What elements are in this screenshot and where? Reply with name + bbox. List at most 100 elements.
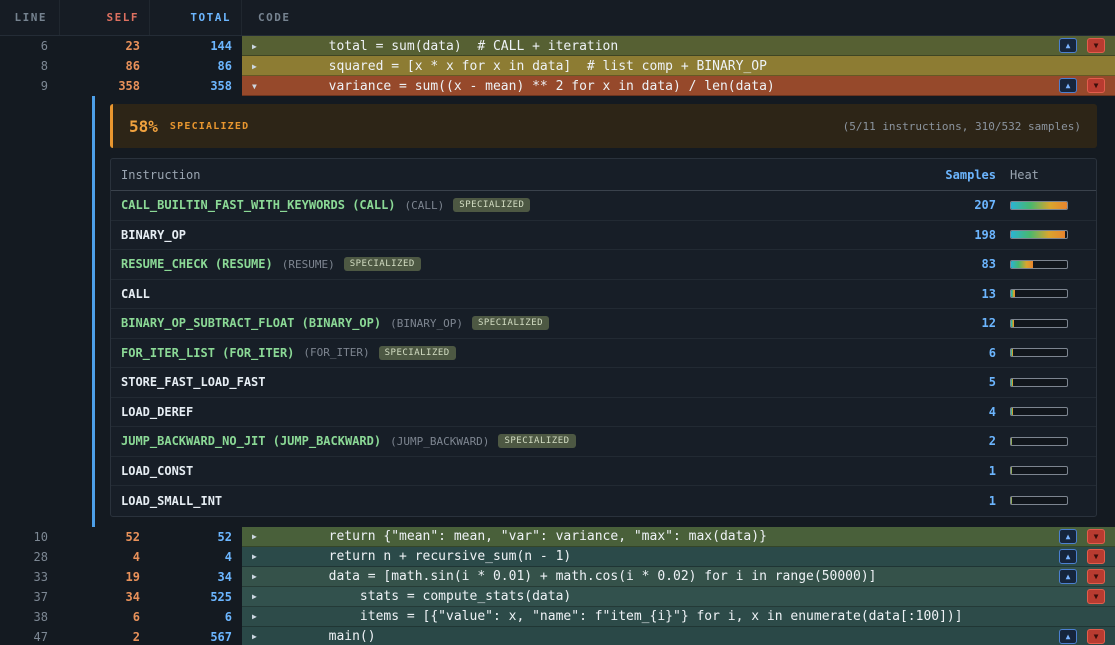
total-sample-count: 86 bbox=[150, 56, 242, 76]
opcode-name: RESUME_CHECK (RESUME) bbox=[121, 257, 273, 271]
instruction-name: STORE_FAST_LOAD_FAST bbox=[111, 375, 916, 389]
jump-to-caller-button[interactable]: ▲ bbox=[1059, 38, 1077, 53]
instruction-name: LOAD_DEREF bbox=[111, 405, 916, 419]
instruction-row: JUMP_BACKWARD_NO_JIT (JUMP_BACKWARD)(JUM… bbox=[111, 427, 1096, 457]
heat-cell bbox=[996, 466, 1096, 475]
heat-bar bbox=[1010, 201, 1068, 210]
line-number: 10 bbox=[0, 527, 60, 547]
code-line-row[interactable]: 2844▶ return n + recursive_sum(n - 1)▲▼ bbox=[0, 547, 1115, 567]
line-number: 6 bbox=[0, 36, 60, 56]
expand-arrow-icon[interactable]: ▶ bbox=[252, 592, 266, 601]
heat-cell bbox=[996, 348, 1096, 357]
heat-bar bbox=[1010, 319, 1068, 328]
row-nav-buttons: ▲▼ bbox=[1059, 549, 1105, 564]
heat-cell bbox=[996, 201, 1096, 210]
code-line-row[interactable]: 3734525▶ stats = compute_stats(data)▼ bbox=[0, 587, 1115, 607]
expand-arrow-icon[interactable]: ▶ bbox=[252, 612, 266, 621]
self-sample-count: 19 bbox=[60, 567, 150, 587]
jump-to-caller-button[interactable]: ▲ bbox=[1059, 629, 1077, 644]
code-text: total = sum(data) # CALL + iteration bbox=[266, 39, 618, 54]
expand-arrow-icon[interactable]: ▶ bbox=[252, 42, 266, 51]
heat-cell bbox=[996, 289, 1096, 298]
samples-value: 6 bbox=[916, 346, 996, 360]
code-cell: ▶ main() ▲ ▼ bbox=[242, 627, 1115, 645]
line-number: 37 bbox=[0, 587, 60, 607]
instruction-rows: CALL_BUILTIN_FAST_WITH_KEYWORDS (CALL)(C… bbox=[111, 191, 1096, 516]
code-text: data = [math.sin(i * 0.01) + math.cos(i … bbox=[266, 569, 876, 584]
code-line-row[interactable]: 331934▶ data = [math.sin(i * 0.01) + mat… bbox=[0, 567, 1115, 587]
self-sample-count: 2 bbox=[60, 627, 150, 645]
expand-arrow-icon[interactable]: ▶ bbox=[252, 62, 266, 71]
code-cell: ▶ return n + recursive_sum(n - 1)▲▼ bbox=[242, 547, 1115, 567]
samples-value: 1 bbox=[916, 494, 996, 508]
row-nav-buttons: ▲▼ bbox=[1059, 529, 1105, 544]
expanded-detail-panel: 58% SPECIALIZED (5/11 instructions, 310/… bbox=[0, 96, 1115, 527]
code-line-row[interactable]: 3866▶ items = [{"value": x, "name": f"it… bbox=[0, 607, 1115, 627]
instruction-name: JUMP_BACKWARD_NO_JIT (JUMP_BACKWARD)(JUM… bbox=[111, 434, 916, 448]
code-line-row[interactable]: 472567▶ main()▲▼ bbox=[0, 627, 1115, 645]
samples-value: 2 bbox=[916, 434, 996, 448]
heat-cell bbox=[996, 230, 1096, 239]
heat-bar bbox=[1010, 496, 1068, 505]
samples-value: 207 bbox=[916, 198, 996, 212]
jump-to-caller-button[interactable]: ▲ bbox=[1059, 569, 1077, 584]
row-nav-buttons: ▲▼ bbox=[1059, 78, 1105, 93]
expand-arrow-icon[interactable]: ▶ bbox=[252, 552, 266, 561]
code-text: main() bbox=[266, 629, 376, 644]
opcode-name: LOAD_SMALL_INT bbox=[121, 494, 222, 508]
heat-bar-fill bbox=[1011, 497, 1012, 504]
heat-cell bbox=[996, 378, 1096, 387]
row-nav-buttons: ▲▼ bbox=[1059, 569, 1105, 584]
self-sample-count: 4 bbox=[60, 547, 150, 567]
code-line-row[interactable]: 623144▶ total = sum(data) # CALL + itera… bbox=[0, 36, 1115, 56]
samples-value: 4 bbox=[916, 405, 996, 419]
code-text: squared = [x * x for x in data] # list c… bbox=[266, 59, 767, 74]
instruction-row: LOAD_DEREF4 bbox=[111, 398, 1096, 428]
heat-cell bbox=[996, 437, 1096, 446]
jump-to-callee-button[interactable]: ▼ bbox=[1087, 569, 1105, 584]
samples-value: 12 bbox=[916, 316, 996, 330]
self-sample-count: 86 bbox=[60, 56, 150, 76]
heat-bar-fill bbox=[1011, 202, 1067, 209]
column-header-samples: Samples bbox=[916, 168, 996, 182]
column-header-heat: Heat bbox=[996, 168, 1096, 182]
jump-to-callee-button[interactable]: ▼ bbox=[1087, 38, 1105, 53]
instruction-name: LOAD_CONST bbox=[111, 464, 916, 478]
jump-to-callee-button[interactable]: ▼ bbox=[1087, 78, 1105, 93]
heat-bar bbox=[1010, 437, 1068, 446]
instruction-row: CALL13 bbox=[111, 280, 1096, 310]
heat-bar-fill bbox=[1011, 349, 1013, 356]
self-sample-count: 358 bbox=[60, 76, 150, 96]
specialized-badge: SPECIALIZED bbox=[472, 316, 549, 330]
expand-arrow-icon[interactable]: ▶ bbox=[252, 572, 266, 581]
base-opcode: (FOR_ITER) bbox=[303, 346, 369, 359]
expand-arrow-icon[interactable]: ▶ bbox=[252, 532, 266, 541]
code-line-row[interactable]: 9358358▼ variance = sum((x - mean) ** 2 … bbox=[0, 76, 1115, 96]
column-header-self: SELF bbox=[60, 0, 150, 35]
heat-bar-fill bbox=[1011, 231, 1065, 238]
code-cell: ▶ total = sum(data) # CALL + iteration ▲ ▼ bbox=[242, 36, 1115, 56]
collapse-arrow-icon[interactable]: ▼ bbox=[252, 82, 266, 91]
code-line-row[interactable]: 88686▶ squared = [x * x for x in data] #… bbox=[0, 56, 1115, 76]
heat-cell bbox=[996, 407, 1096, 416]
self-sample-count: 23 bbox=[60, 36, 150, 56]
jump-to-callee-button[interactable]: ▼ bbox=[1087, 629, 1105, 644]
specialized-badge: SPECIALIZED bbox=[453, 198, 530, 212]
column-header-instruction: Instruction bbox=[111, 168, 916, 182]
instruction-name: CALL_BUILTIN_FAST_WITH_KEYWORDS (CALL)(C… bbox=[111, 198, 916, 212]
jump-to-callee-button[interactable]: ▼ bbox=[1087, 589, 1105, 604]
jump-to-callee-button[interactable]: ▼ bbox=[1087, 549, 1105, 564]
jump-to-caller-button[interactable]: ▲ bbox=[1059, 549, 1077, 564]
expand-arrow-icon[interactable]: ▶ bbox=[252, 632, 266, 641]
line-number: 8 bbox=[0, 56, 60, 76]
jump-to-caller-button[interactable]: ▲ bbox=[1059, 78, 1077, 93]
instruction-row: STORE_FAST_LOAD_FAST5 bbox=[111, 368, 1096, 398]
jump-to-callee-button[interactable]: ▼ bbox=[1087, 529, 1105, 544]
code-line-row[interactable]: 105252▶ return {"mean": mean, "var": var… bbox=[0, 527, 1115, 547]
instruction-row: RESUME_CHECK (RESUME)(RESUME)SPECIALIZED… bbox=[111, 250, 1096, 280]
code-rows-bottom: 105252▶ return {"mean": mean, "var": var… bbox=[0, 527, 1115, 645]
jump-to-caller-button[interactable]: ▲ bbox=[1059, 529, 1077, 544]
specialization-meta: (5/11 instructions, 310/532 samples) bbox=[843, 120, 1081, 133]
opcode-name: CALL_BUILTIN_FAST_WITH_KEYWORDS (CALL) bbox=[121, 198, 396, 212]
total-sample-count: 358 bbox=[150, 76, 242, 96]
